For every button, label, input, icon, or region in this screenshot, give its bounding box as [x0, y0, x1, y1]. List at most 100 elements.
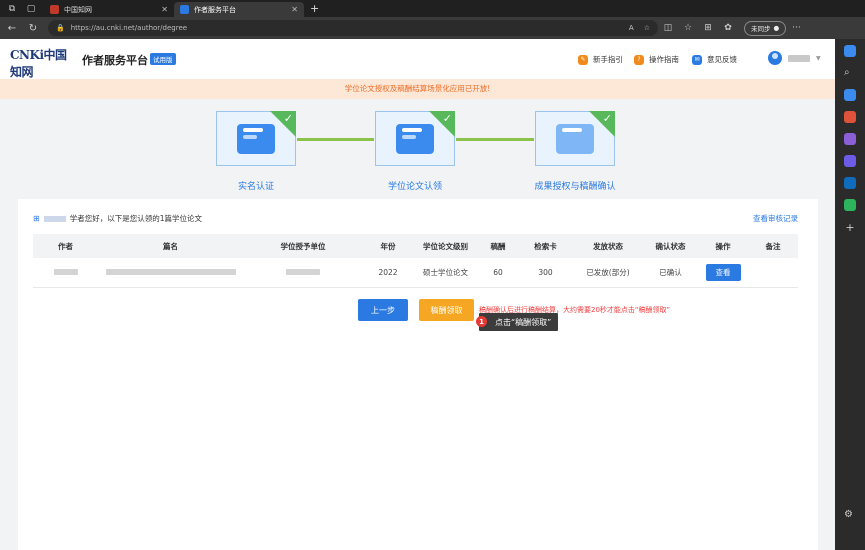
site-header: CNKi中国知网 www.cnki.net 中国知识基础设施工程 作者服务平台 …: [0, 39, 835, 91]
add-icon[interactable]: +: [844, 221, 856, 234]
notice-banner: 学位论文授权及稿酬结算场景化应用已开放!: [0, 79, 835, 99]
grid-icon: ⊞: [33, 214, 40, 223]
redacted-text: [105, 269, 236, 275]
previous-step-button[interactable]: 上一步: [358, 299, 408, 321]
issue-status-cell: 已发放(部分): [586, 268, 630, 277]
check-icon: ✓: [283, 112, 293, 125]
close-icon[interactable]: ✕: [291, 5, 298, 14]
claim-fee-button[interactable]: 稿酬领取: [419, 299, 474, 321]
manual-link[interactable]: ? 操作指南: [634, 54, 679, 65]
settings-icon[interactable]: ⚙: [844, 509, 856, 521]
column-header: 年份: [380, 241, 396, 251]
browser-toolbar: ← ↻ 🔒 https://au.cnki.net/author/degree …: [0, 17, 865, 39]
column-header: 确认状态: [655, 241, 686, 251]
id-card-line: [243, 135, 257, 139]
sync-label: 未同步: [751, 25, 771, 33]
tab-actions-icon[interactable]: ▢: [24, 2, 38, 16]
column-header: 检索卡: [534, 241, 557, 251]
copilot-icon[interactable]: [844, 45, 856, 57]
address-bar[interactable]: 🔒 https://au.cnki.net/author/degree A ☆: [48, 20, 658, 36]
refresh-icon[interactable]: ↻: [24, 23, 42, 34]
document-line: [402, 135, 416, 139]
page-title: 作者服务平台: [82, 54, 148, 67]
watermark-text: DRobot: [745, 505, 812, 526]
hand-coin-line: [562, 128, 582, 132]
guide-label: 新手指引: [593, 55, 623, 64]
claim-tooltip: 点击“稿酬领取”: [479, 313, 559, 331]
search-icon[interactable]: ⌕: [844, 67, 856, 79]
column-header: 备注: [765, 241, 781, 251]
back-icon[interactable]: ←: [3, 23, 21, 34]
year-cell: 2022: [378, 268, 398, 277]
search-card-cell: 300: [538, 268, 553, 277]
games-icon[interactable]: [844, 133, 856, 145]
office-icon[interactable]: [844, 155, 856, 167]
column-header: 学位论文级别: [423, 241, 468, 251]
close-icon[interactable]: ✕: [161, 5, 168, 14]
watermark: ✿ DRobot: [726, 505, 811, 526]
trial-badge: 试用版: [150, 53, 176, 65]
step-authorize-card: ✓: [535, 111, 615, 166]
step-label-claim: 学位论文认领: [387, 182, 442, 192]
author-cell: [33, 268, 98, 277]
browser-tab-author-platform[interactable]: 作者服务平台 ✕: [174, 2, 304, 17]
browser-tab-cnki[interactable]: 中国知网 ✕: [44, 2, 174, 17]
step-connector: [297, 138, 374, 141]
workspaces-icon[interactable]: ⧉: [5, 2, 19, 16]
favorite-star-icon[interactable]: ☆: [644, 24, 650, 32]
user-name-redacted: [788, 54, 810, 62]
document-line: [402, 128, 422, 132]
view-button[interactable]: 查看: [705, 264, 741, 281]
more-menu-icon[interactable]: ···: [792, 23, 801, 33]
tag-icon[interactable]: [844, 89, 856, 101]
tools-icon[interactable]: [844, 199, 856, 211]
step-number-badge: 1: [476, 316, 487, 327]
table-header: 作者 篇名 学位授予单位 年份 学位论文级别 稿酬 检索卡 发放状态 确认状态 …: [33, 234, 798, 258]
new-tab-icon[interactable]: +: [310, 2, 319, 15]
institution-cell: [243, 268, 363, 277]
feedback-icon: ✉: [692, 54, 702, 65]
feedback-link[interactable]: ✉ 意见反馈: [692, 54, 737, 65]
outlook-icon[interactable]: [844, 177, 856, 189]
user-menu[interactable]: ▼: [768, 51, 821, 65]
profile-icon: ●: [773, 24, 780, 32]
user-name-redacted: [43, 215, 66, 222]
feedback-label: 意见反馈: [707, 55, 737, 64]
edge-sidebar: ⌕ + ⚙: [835, 39, 865, 550]
column-header: 操作: [715, 241, 731, 251]
profile-sync-button[interactable]: 未同步 ●: [744, 20, 787, 36]
tab-title: 中国知网: [64, 5, 92, 14]
manual-label: 操作指南: [649, 55, 679, 64]
favorites-icon[interactable]: ☆: [678, 23, 698, 33]
cnki-logo[interactable]: CNKi中国知网 www.cnki.net 中国知识基础设施工程: [10, 46, 76, 91]
thesis-card: ⊞ 学者您好，以下是您认领的1篇学位论文 查看审核记录 作者 篇名 学位授予单位…: [18, 199, 818, 550]
audit-records-link[interactable]: 查看审核记录: [753, 213, 798, 224]
read-aloud-icon[interactable]: A: [629, 24, 634, 32]
split-screen-icon[interactable]: ◫: [658, 23, 678, 33]
lock-icon[interactable]: 🔒: [56, 24, 65, 32]
cnki-favicon-icon: [50, 5, 59, 14]
check-icon: ✓: [602, 112, 612, 125]
browser-tab-bar: ⧉ ▢ 中国知网 ✕ 作者服务平台 ✕ +: [0, 0, 865, 17]
shopping-icon[interactable]: [844, 111, 856, 123]
column-header: 发放状态: [593, 241, 623, 251]
platform-favicon-icon: [180, 5, 189, 14]
collections-icon[interactable]: ⊞: [698, 23, 718, 33]
greeting: ⊞ 学者您好，以下是您认领的1篇学位论文: [33, 213, 202, 224]
avatar: [768, 51, 782, 65]
fee-cell: 60: [493, 268, 503, 277]
title-cell: [98, 268, 243, 277]
tab-title: 作者服务平台: [194, 5, 236, 14]
column-header: 篇名: [163, 241, 178, 251]
progress-steps: ✓ ✓ ✓ 实名认证 学位论文认领 成果授权与稿酬确认: [0, 99, 835, 199]
step-connector: [456, 138, 534, 141]
action-cell: 查看: [698, 264, 748, 281]
id-card-line: [243, 128, 263, 132]
guide-icon: ✎: [578, 54, 588, 65]
step-claim-card: ✓: [375, 111, 455, 166]
guide-link[interactable]: ✎ 新手指引: [578, 54, 623, 65]
greeting-text: 学者您好，以下是您认领的1篇学位论文: [69, 214, 202, 223]
url-text: https://au.cnki.net/author/degree: [70, 24, 188, 32]
web-page: CNKi中国知网 www.cnki.net 中国知识基础设施工程 作者服务平台 …: [0, 39, 835, 550]
extensions-icon[interactable]: ✿: [718, 23, 738, 33]
